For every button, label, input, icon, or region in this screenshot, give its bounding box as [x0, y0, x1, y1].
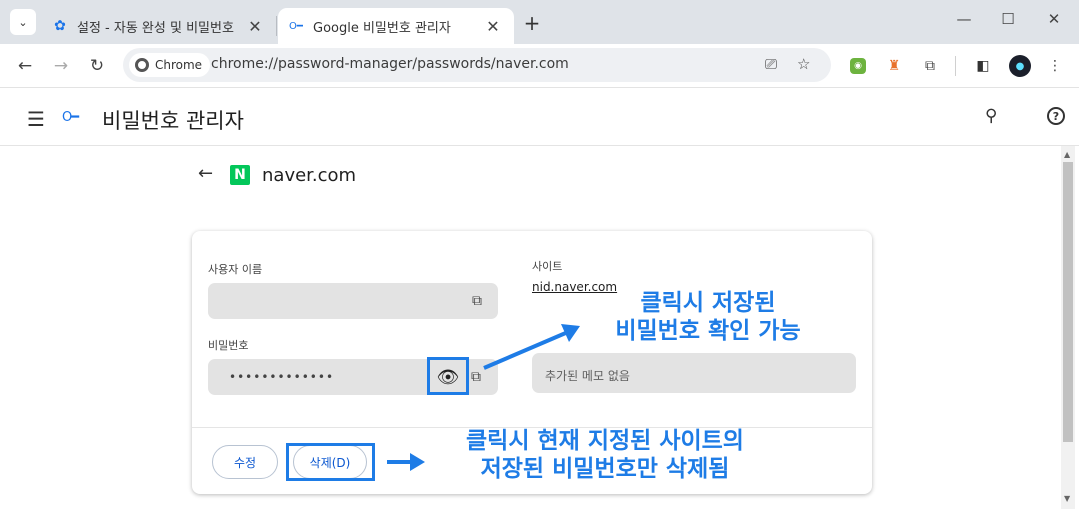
menu-kebab-icon[interactable]: ⋮: [1045, 56, 1065, 76]
bookmark-star-icon[interactable]: ☆: [797, 55, 810, 73]
page-title: 비밀번호 관리자: [102, 109, 244, 133]
arrow-left-icon: ←: [17, 56, 33, 76]
site-name: naver.com: [262, 165, 357, 186]
back-button[interactable]: ←: [13, 54, 37, 78]
scroll-up-icon[interactable]: ▲: [1064, 150, 1070, 159]
install-icon[interactable]: ⎚: [765, 55, 777, 73]
tab-separator: [276, 16, 277, 36]
tab-settings[interactable]: ✿ 설정 - 자동 완성 및 비밀번호 ✕: [44, 8, 276, 44]
reload-button[interactable]: ↻: [85, 54, 109, 78]
toolbar-separator: [955, 56, 956, 76]
eye-annotation-line2: 비밀번호 확인 가능: [615, 318, 801, 344]
copy-username-icon[interactable]: ⧉: [472, 293, 482, 309]
note-placeholder: 추가된 메모 없음: [545, 369, 630, 383]
minimize-button[interactable]: —: [954, 10, 974, 28]
key-icon: O━: [62, 110, 79, 125]
password-value: •••••••••••••: [229, 370, 335, 384]
tab-label: Google 비밀번호 관리자: [313, 20, 451, 36]
chevron-down-icon: ⌄: [18, 15, 28, 29]
tab-password-manager[interactable]: O━ Google 비밀번호 관리자 ✕: [278, 8, 514, 44]
tab-search-button[interactable]: ⌄: [10, 9, 36, 35]
eye-highlight-box: [427, 357, 469, 395]
delete-annotation-line2: 저장된 비밀번호만 삭제됨: [480, 456, 730, 482]
site-label: 사이트: [532, 260, 563, 273]
pm-header: ☰ O━ 비밀번호 관리자 ⚲ ?: [0, 88, 1079, 146]
tab-strip: ⌄ ✿ 설정 - 자동 완성 및 비밀번호 ✕ O━ Google 비밀번호 관…: [0, 0, 1079, 44]
arrow-right-icon: →: [53, 56, 69, 76]
scroll-down-icon[interactable]: ▼: [1064, 494, 1070, 503]
hamburger-menu-icon[interactable]: ☰: [27, 107, 45, 131]
site-logo: N: [230, 165, 250, 185]
address-bar[interactable]: Chrome chrome://password-manager/passwor…: [123, 48, 831, 82]
reload-icon: ↻: [89, 56, 105, 76]
extension-orange-icon[interactable]: ♜: [884, 56, 904, 76]
search-icon[interactable]: ⚲: [985, 106, 997, 126]
back-arrow-icon[interactable]: ←: [198, 163, 213, 184]
tab-label: 설정 - 자동 완성 및 비밀번호: [77, 20, 234, 36]
close-icon[interactable]: ✕: [482, 15, 504, 37]
username-label: 사용자 이름: [208, 263, 263, 276]
edit-button[interactable]: 수정: [212, 445, 278, 479]
key-icon: O━: [289, 20, 303, 32]
side-panel-icon[interactable]: ◧: [973, 56, 993, 76]
site-info-chip[interactable]: Chrome: [129, 53, 211, 77]
maximize-button[interactable]: ☐: [998, 10, 1018, 28]
gear-icon: ✿: [54, 18, 66, 34]
url-text[interactable]: chrome://password-manager/passwords/nave…: [211, 56, 569, 72]
chip-label: Chrome: [155, 58, 203, 72]
delete-annotation-line1: 클릭시 현재 지정된 사이트의: [466, 428, 744, 454]
scrollbar-thumb[interactable]: [1063, 162, 1073, 442]
copy-password-icon[interactable]: ⧉: [471, 369, 481, 385]
password-label: 비밀번호: [208, 339, 249, 352]
delete-highlight-box: [286, 443, 375, 481]
extensions-puzzle-icon[interactable]: ⧉: [920, 56, 940, 76]
extension-green-icon[interactable]: ◉: [850, 58, 866, 74]
forward-button[interactable]: →: [49, 54, 73, 78]
avatar[interactable]: ●: [1009, 55, 1031, 77]
window-close-button[interactable]: ✕: [1044, 10, 1064, 28]
new-tab-button[interactable]: +: [520, 11, 544, 35]
eye-annotation-line1: 클릭시 저장된: [640, 290, 776, 316]
chrome-icon: [135, 58, 149, 72]
username-field[interactable]: [208, 283, 498, 319]
help-icon[interactable]: ?: [1047, 107, 1065, 125]
toolbar: ← → ↻ Chrome chrome://password-manager/p…: [0, 44, 1079, 88]
close-icon[interactable]: ✕: [244, 15, 266, 37]
